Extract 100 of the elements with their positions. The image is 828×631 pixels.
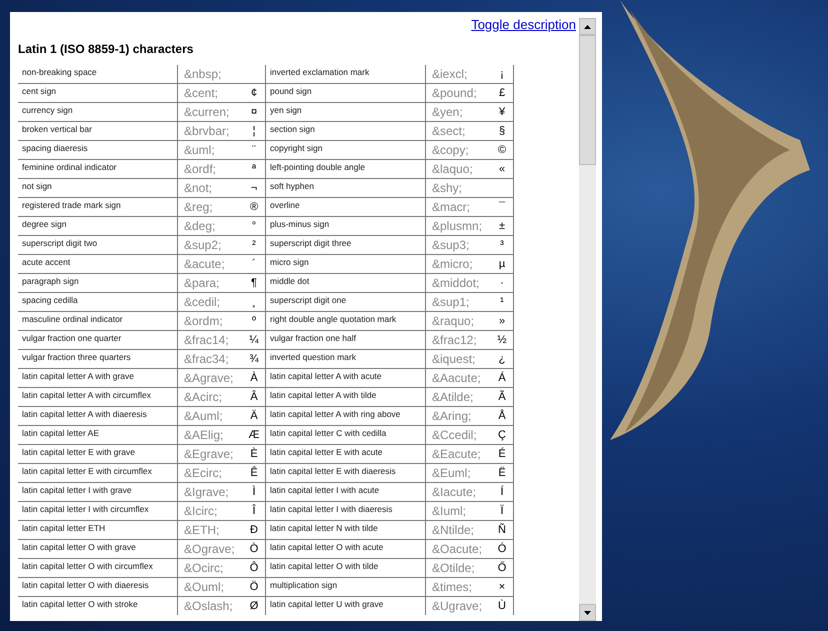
character-glyph: « xyxy=(498,163,506,175)
entity-code: &sup3; xyxy=(432,238,470,252)
character-name: latin capital letter E with diaeresis xyxy=(270,465,396,477)
up-arrow-icon xyxy=(584,24,591,28)
entity-code: &middot; xyxy=(432,276,480,290)
character-name: vulgar fraction one half xyxy=(270,332,356,344)
character-name: inverted question mark xyxy=(270,351,356,363)
character-glyph: ³ xyxy=(500,239,504,251)
entity-code: &pound; xyxy=(432,86,477,100)
character-glyph: ¼ xyxy=(249,334,259,346)
entity-code: &nbsp; xyxy=(184,67,222,81)
entity-code: &sup1; xyxy=(432,295,470,309)
character-name: latin capital letter O with grave xyxy=(22,541,136,553)
character-name: plus-minus sign xyxy=(270,218,330,230)
character-name: masculine ordinal indicator xyxy=(22,313,123,325)
character-glyph: ¯ xyxy=(498,201,506,213)
character-glyph: ¿ xyxy=(498,353,506,365)
entity-code: &iexcl; xyxy=(432,67,468,81)
character-glyph: Î xyxy=(252,505,256,517)
character-glyph: Ç xyxy=(498,429,506,441)
entity-code: &laquo; xyxy=(432,162,473,176)
character-name: paragraph sign xyxy=(22,275,79,287)
character-glyph: ± xyxy=(498,220,506,232)
character-glyph: ¡ xyxy=(500,68,504,80)
entity-code: &Oacute; xyxy=(432,542,482,556)
entity-code: &Ccedil; xyxy=(432,428,477,442)
entity-code: &Egrave; xyxy=(184,447,234,461)
character-glyph: Æ xyxy=(248,429,260,441)
character-glyph: ª xyxy=(252,163,256,175)
character-name: latin capital letter A with circumflex xyxy=(22,389,151,401)
character-glyph: ¤ xyxy=(250,106,258,118)
entity-code: &Acirc; xyxy=(184,390,222,404)
character-name: spacing diaeresis xyxy=(22,142,88,154)
character-name: registered trade mark sign xyxy=(22,199,121,211)
entity-code: &AElig; xyxy=(184,428,224,442)
character-glyph: Ó xyxy=(498,543,506,555)
character-name: superscript digit three xyxy=(270,237,352,249)
vertical-scrollbar[interactable] xyxy=(579,18,596,621)
character-name: multiplication sign xyxy=(270,579,338,591)
character-glyph: © xyxy=(498,144,506,156)
character-glyph: ° xyxy=(252,220,256,232)
character-glyph: ´ xyxy=(252,258,256,270)
character-name: latin capital letter O with circumflex xyxy=(22,560,153,572)
entity-code: &times; xyxy=(432,580,472,594)
entity-code: &Auml; xyxy=(184,409,223,423)
character-glyph: Ì xyxy=(252,486,256,498)
scrollbar-thumb[interactable] xyxy=(579,35,596,165)
character-glyph: Ã xyxy=(498,391,506,403)
entity-code: &macr; xyxy=(432,200,470,214)
scroll-up-button[interactable] xyxy=(579,18,596,35)
character-name: latin capital letter C with cedilla xyxy=(270,427,386,439)
entity-code: &ordm; xyxy=(184,314,223,328)
character-glyph: ¦ xyxy=(252,125,256,137)
entity-code: &yen; xyxy=(432,105,463,119)
character-name: inverted exclamation mark xyxy=(270,66,370,78)
entity-code: &Eacute; xyxy=(432,447,481,461)
entity-code: &frac12; xyxy=(432,333,477,347)
entity-code: &cent; xyxy=(184,86,218,100)
character-name: latin capital letter I with diaeresis xyxy=(270,503,392,515)
entity-code: &ordf; xyxy=(184,162,216,176)
character-glyph: º xyxy=(252,315,256,327)
entity-code: &Ntilde; xyxy=(432,523,474,537)
entity-code: &not; xyxy=(184,181,212,195)
character-glyph: ¢ xyxy=(250,87,258,99)
entity-code: &plusmn; xyxy=(432,219,482,233)
entity-code: &shy; xyxy=(432,181,462,195)
scroll-down-button[interactable] xyxy=(579,604,596,621)
entity-code: &Ouml; xyxy=(184,580,224,594)
toggle-description-link[interactable]: Toggle description xyxy=(471,17,576,32)
character-glyph: Ð xyxy=(250,524,258,536)
character-glyph: Â xyxy=(250,391,258,403)
entity-code: &iquest; xyxy=(432,352,476,366)
character-glyph: Ë xyxy=(498,467,506,479)
character-name: micro sign xyxy=(270,256,309,268)
character-glyph: ® xyxy=(250,201,258,213)
character-name: right double angle quotation mark xyxy=(270,313,396,325)
character-glyph: ¾ xyxy=(249,353,259,365)
entity-code: &cedil; xyxy=(184,295,220,309)
entity-code: &uml; xyxy=(184,143,215,157)
entity-code: &frac34; xyxy=(184,352,229,366)
character-glyph: § xyxy=(498,125,506,137)
character-name: latin capital letter ETH xyxy=(22,522,106,534)
entity-code: &brvbar; xyxy=(184,124,230,138)
character-name: latin capital letter E with grave xyxy=(22,446,135,458)
entity-code: &Iacute; xyxy=(432,485,476,499)
character-glyph: » xyxy=(498,315,506,327)
character-name: latin capital letter A with ring above xyxy=(270,408,400,420)
character-name: latin capital letter I with acute xyxy=(270,484,380,496)
entity-code: &Atilde; xyxy=(432,390,474,404)
character-glyph: µ xyxy=(498,258,506,270)
character-glyph: ¸ xyxy=(252,296,256,308)
character-name: yen sign xyxy=(270,104,302,116)
character-glyph: Ø xyxy=(250,600,258,612)
entity-code: &micro; xyxy=(432,257,473,271)
character-glyph: Ñ xyxy=(498,524,506,536)
character-name: superscript digit one xyxy=(270,294,346,306)
character-name: latin capital letter O with acute xyxy=(270,541,384,553)
character-glyph: ¹ xyxy=(500,296,504,308)
character-glyph: Ï xyxy=(500,505,504,517)
entity-code: &Oslash; xyxy=(184,599,233,613)
